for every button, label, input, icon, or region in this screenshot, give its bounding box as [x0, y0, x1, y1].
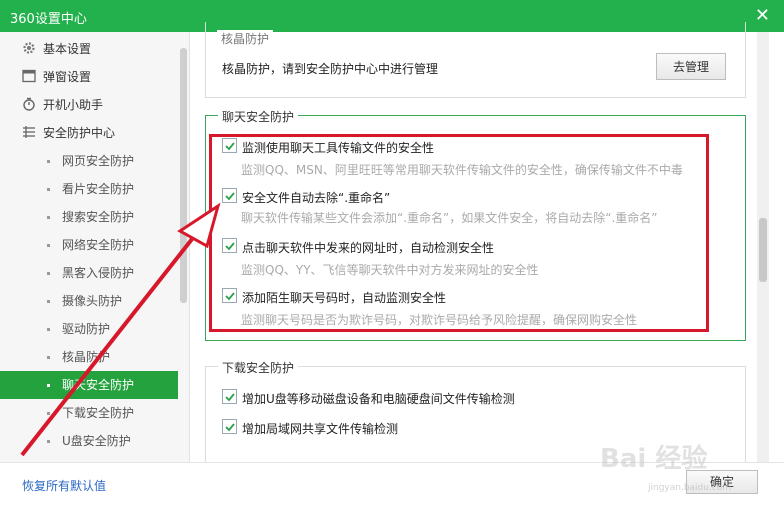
sidebar-item-label: 黑客入侵防护 [62, 266, 135, 280]
core-section-title: 核晶防护 [217, 30, 274, 47]
sidebar-item-label: 核晶防护 [62, 350, 111, 364]
watermark-url: jingyan.baidu.com [648, 483, 732, 493]
gear-icon [23, 42, 35, 54]
sidebar-subitem-camera[interactable]: 摄像头防护 [0, 287, 178, 315]
window-icon [22, 69, 36, 83]
window-title: 360设置中心 [10, 12, 87, 27]
sidebar-subitem-usb[interactable]: U盘安全防护 [0, 427, 178, 455]
sidebar-item-label: 摄像头防护 [62, 294, 123, 308]
timer-icon [23, 97, 35, 111]
sidebar-subitem-search[interactable]: 搜索安全防护 [0, 203, 178, 231]
chat-section-title: 聊天安全防护 [218, 108, 299, 125]
sidebar-item-label: 看片安全防护 [62, 182, 135, 196]
sidebar-item-label: 弹窗设置 [43, 70, 92, 84]
sidebar-item-label: 聊天安全防护 [62, 378, 135, 392]
bullet-icon [47, 384, 50, 387]
sidebar-scrollbar[interactable] [180, 48, 187, 303]
sidebar-subitem-download[interactable]: 下载安全防护 [0, 399, 178, 427]
sidebar-subitem-network[interactable]: 网络安全防护 [0, 231, 178, 259]
sidebar-subitem-chat[interactable]: 聊天安全防护 [0, 371, 178, 399]
sidebar-item-label: 网页安全防护 [62, 154, 135, 168]
bullet-icon [47, 412, 50, 415]
checkmark-icon [225, 393, 235, 402]
sidebar-item-basic-settings[interactable]: 基本设置 [0, 35, 178, 63]
bullet-icon [47, 356, 50, 359]
main-scrollbar-thumb[interactable] [759, 218, 767, 282]
sidebar-item-security-center[interactable]: 安全防护中心 [0, 119, 178, 147]
reset-defaults-link[interactable]: 恢复所有默认值 [22, 477, 106, 494]
core-section-text: 核晶防护，请到安全防护中心中进行管理 [222, 62, 439, 76]
sidebar-item-label: 网络安全防护 [62, 238, 135, 252]
watermark-logo: Bai 经验 [600, 444, 708, 474]
bullet-icon [47, 216, 50, 219]
sidebar-subitem-hacker[interactable]: 黑客入侵防护 [0, 259, 178, 287]
checkmark-icon [225, 423, 235, 432]
sidebar-subitem-web[interactable]: 网页安全防护 [0, 147, 178, 175]
option-label[interactable]: 增加局域网共享文件传输检测 [242, 420, 398, 437]
option-checkbox-lan-transfer[interactable] [222, 419, 237, 434]
sidebar: 基本设置 弹窗设置 开机小助手 安全防护中心 网页安全防护 看片安全防护 搜索安… [0, 32, 190, 462]
shield-grid-icon [23, 126, 35, 138]
sidebar-item-label: 搜索安全防护 [62, 210, 135, 224]
download-section-title: 下载安全防护 [218, 359, 299, 376]
bullet-icon [47, 300, 50, 303]
bullet-icon [47, 272, 50, 275]
bullet-icon [47, 188, 50, 191]
sidebar-item-label: U盘安全防护 [62, 434, 131, 448]
bullet-icon [47, 160, 50, 163]
sidebar-item-label: 开机小助手 [43, 98, 104, 112]
highlight-box [209, 134, 709, 332]
sidebar-item-label: 基本设置 [43, 42, 92, 56]
option-checkbox-usb-transfer[interactable] [222, 389, 237, 404]
sidebar-subitem-video[interactable]: 看片安全防护 [0, 175, 178, 203]
sidebar-item-label: 安全防护中心 [43, 126, 116, 140]
sidebar-item-startup-helper[interactable]: 开机小助手 [0, 91, 178, 119]
sidebar-item-label: 驱动防护 [62, 322, 111, 336]
bullet-icon [47, 244, 50, 247]
sidebar-subitem-core[interactable]: 核晶防护 [0, 343, 178, 371]
sidebar-item-popup-settings[interactable]: 弹窗设置 [0, 63, 178, 91]
option-label[interactable]: 增加U盘等移动磁盘设备和电脑硬盘间文件传输检测 [242, 390, 515, 407]
sidebar-subitem-driver[interactable]: 驱动防护 [0, 315, 178, 343]
sidebar-item-label: 下载安全防护 [62, 406, 135, 420]
close-icon[interactable]: ✕ [755, 5, 770, 26]
bullet-icon [47, 328, 50, 331]
bullet-icon [47, 440, 50, 443]
manage-button[interactable]: 去管理 [656, 53, 726, 80]
